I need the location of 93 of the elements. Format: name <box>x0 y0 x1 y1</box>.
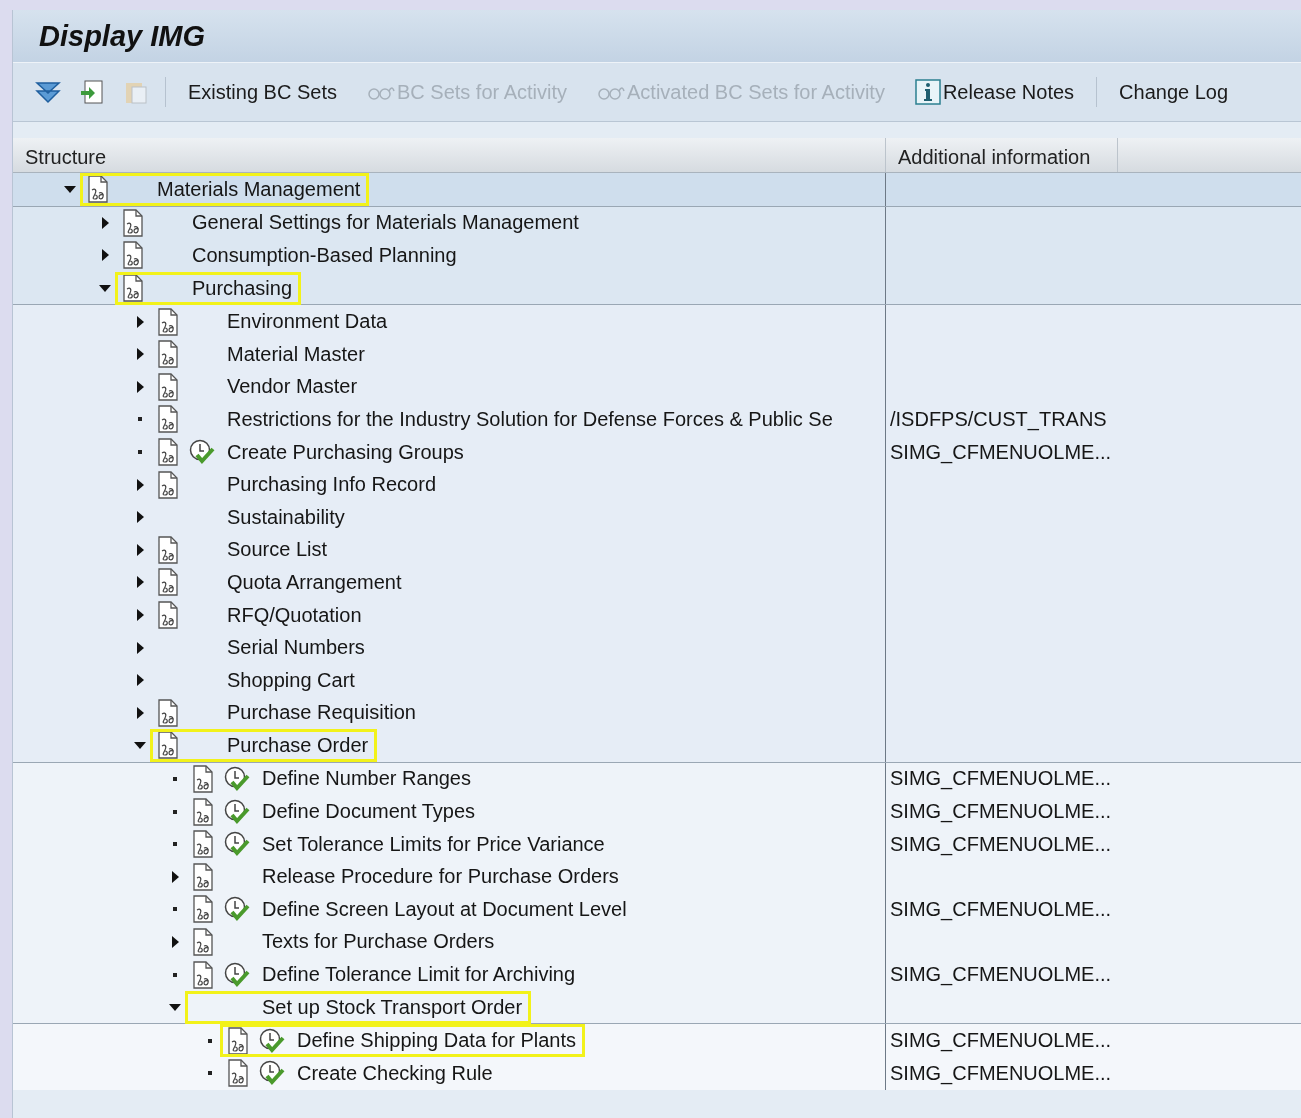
info-cell: SIMG_CFMENUOLME... <box>890 1029 1112 1053</box>
tree-item-label[interactable]: Define Tolerance Limit for Archiving <box>254 963 576 987</box>
tree-row[interactable]: Set up Stock Transport Order <box>13 990 1301 1024</box>
tree-row[interactable]: General Settings for Materials Management <box>13 205 1301 240</box>
expand-arrow-icon[interactable] <box>99 216 111 229</box>
tree-item-label[interactable]: Purchasing <box>184 276 293 300</box>
info-cell: SIMG_CFMENUOLME... <box>890 800 1112 824</box>
toolbar-button[interactable]: Release Notes <box>906 77 1083 107</box>
expand-arrow-icon[interactable] <box>134 576 146 589</box>
expand-arrow-icon[interactable] <box>134 706 146 719</box>
info-icon <box>914 79 941 105</box>
tree-row[interactable]: Set Tolerance Limits for Price Variance SIMG_CFMENUOLME... <box>13 827 1301 861</box>
tree-item-label[interactable]: Define Screen Layout at Document Level <box>254 897 627 921</box>
tree-item-label[interactable]: Materials Management <box>149 177 361 201</box>
bullet-icon <box>138 417 142 422</box>
expand-arrow-icon[interactable] <box>169 935 181 948</box>
expand-arrow-icon[interactable] <box>134 380 146 393</box>
tree-row[interactable]: Define Number Ranges SIMG_CFMENUOLME... <box>13 761 1301 796</box>
window-title: Display IMG <box>39 19 205 53</box>
expand-arrow-icon[interactable] <box>134 674 146 687</box>
tree-row[interactable]: Define Document Types SIMG_CFMENUOLME... <box>13 795 1301 828</box>
expand-arrow-icon[interactable] <box>134 543 146 556</box>
expand-arrow-icon[interactable] <box>99 249 111 262</box>
tree-item-label[interactable]: Vendor Master <box>219 375 358 399</box>
clock-check-icon[interactable] <box>223 830 251 859</box>
expand-arrow-icon[interactable] <box>169 870 181 883</box>
expand-all-icon <box>35 79 61 105</box>
tree-item-label[interactable]: Create Checking Rule <box>289 1061 493 1085</box>
info-cell: SIMG_CFMENUOLME... <box>890 1061 1112 1085</box>
info-cell: /ISDFPS/CUST_TRANS <box>890 407 1107 431</box>
bullet-icon <box>173 842 177 847</box>
tree-item-label[interactable]: Serial Numbers <box>219 636 365 660</box>
expand-arrow-icon[interactable] <box>134 641 146 654</box>
bullet-icon <box>173 809 177 814</box>
tree-item-label[interactable]: Purchase Order <box>219 733 369 757</box>
tree-item-label[interactable]: Material Master <box>219 342 365 366</box>
tree-item-label[interactable]: Restrictions for the Industry Solution for Defense Forces & Public Se <box>219 407 833 431</box>
bullet-icon <box>173 907 177 912</box>
tree-item-label[interactable]: Source List <box>219 538 328 562</box>
tree-row[interactable]: Create Checking Rule SIMG_CFMENUOLME... <box>13 1057 1301 1090</box>
info-cell: SIMG_CFMENUOLME... <box>890 440 1112 464</box>
bullet-icon <box>208 1038 212 1043</box>
bullet-icon <box>173 972 177 977</box>
tree-item-label[interactable]: Consumption-Based Planning <box>184 244 457 267</box>
info-cell: SIMG_CFMENUOLME... <box>890 963 1112 987</box>
tree-item-label[interactable]: General Settings for Materials Management <box>184 211 579 235</box>
tree-item-label[interactable]: Quota Arrangement <box>219 570 402 594</box>
expand-arrow-icon[interactable] <box>134 511 146 524</box>
tree-row[interactable]: Define Screen Layout at Document Level SIMG_CFMENUOLME... <box>13 893 1301 926</box>
expand-arrow-icon[interactable] <box>134 315 146 328</box>
expand-arrow-icon[interactable] <box>134 348 146 361</box>
tree-item-label[interactable]: Release Procedure for Purchase Orders <box>254 865 619 889</box>
tree-row[interactable]: Release Procedure for Purchase Orders <box>13 860 1301 894</box>
document-arrow-icon <box>79 79 105 105</box>
clock-check-icon[interactable] <box>223 960 251 989</box>
tree-row[interactable]: Define Tolerance Limit for Archiving SIMG_CFMENUOLME... <box>13 958 1301 991</box>
toolbar-button[interactable]: Change Log <box>1111 78 1237 106</box>
info-cell: SIMG_CFMENUOLME... <box>890 767 1112 791</box>
tree-item-label[interactable]: Environment Data <box>219 310 388 334</box>
tree-item-label[interactable]: Define Document Types <box>254 800 476 824</box>
clock-check-icon[interactable] <box>188 438 216 467</box>
clock-check-icon[interactable] <box>258 1026 286 1055</box>
tree-item-label[interactable]: Purchasing Info Record <box>219 473 436 497</box>
bullet-icon <box>208 1071 212 1076</box>
clock-check-icon[interactable] <box>223 895 251 924</box>
tree-row[interactable]: Environment Data <box>13 304 1301 338</box>
tree-row[interactable]: Materials Management <box>13 173 1301 206</box>
tree-item-label[interactable]: Set Tolerance Limits for Price Variance <box>254 832 605 856</box>
info-cell: SIMG_CFMENUOLME... <box>890 832 1112 856</box>
clock-check-icon[interactable] <box>258 1059 286 1088</box>
tree-item-label[interactable]: RFQ/Quotation <box>219 603 362 627</box>
column-header[interactable]: Structure <box>13 138 886 172</box>
tree-item-label[interactable]: Sustainability <box>219 505 345 529</box>
toolbar-button[interactable]: Existing BC Sets <box>180 78 345 106</box>
tree-item-label[interactable]: Create Purchasing Groups <box>219 440 464 464</box>
clock-check-icon[interactable] <box>223 797 251 826</box>
tree-item-label[interactable]: Texts for Purchase Orders <box>254 930 495 954</box>
tree-row[interactable]: Purchasing <box>13 271 1301 305</box>
bullet-icon <box>138 450 142 455</box>
bullet-icon <box>173 777 177 781</box>
tree-item-label[interactable]: Define Number Ranges <box>254 767 471 791</box>
tree-row[interactable]: Consumption-Based Planning <box>13 239 1301 272</box>
expand-arrow-icon[interactable] <box>134 478 146 491</box>
clock-check-icon[interactable] <box>223 765 251 793</box>
expand-arrow-icon[interactable] <box>134 609 146 621</box>
tree-row[interactable]: Texts for Purchase Orders <box>13 925 1301 959</box>
tree-item-label[interactable]: Shopping Cart <box>219 668 355 692</box>
tree-row[interactable]: Define Shipping Data for Plants SIMG_CFMENUOLME... <box>13 1023 1301 1058</box>
info-cell: SIMG_CFMENUOLME... <box>890 897 1112 921</box>
tree-item-label[interactable]: Define Shipping Data for Plants <box>289 1029 577 1053</box>
tree-item-label[interactable]: Purchase Requisition <box>219 701 416 725</box>
tree-item-label[interactable]: Set up Stock Transport Order <box>254 995 523 1019</box>
column-header[interactable]: Additional information <box>886 138 1118 172</box>
